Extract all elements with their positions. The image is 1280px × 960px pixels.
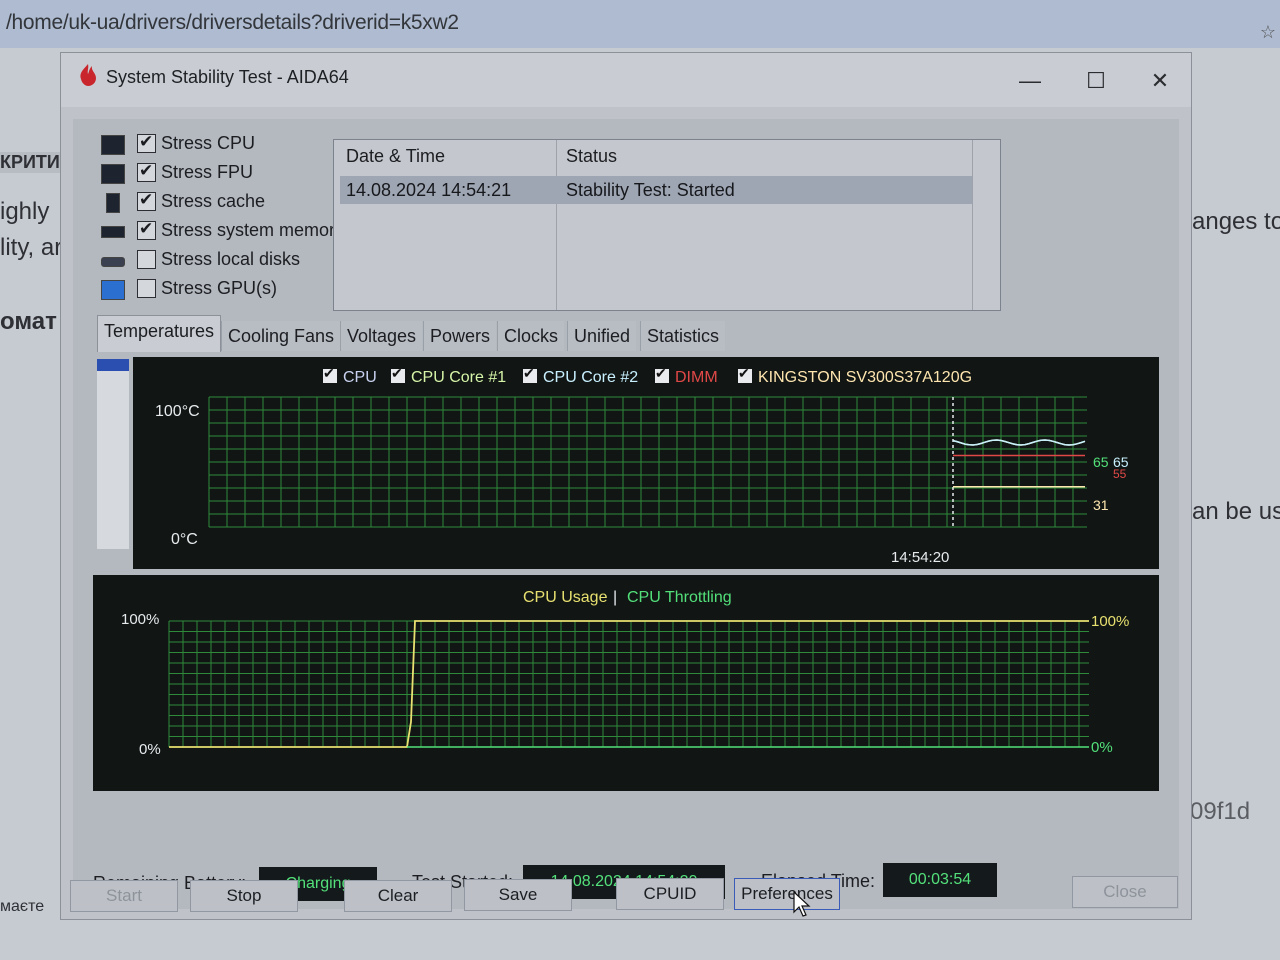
column-date-time[interactable]: Date & Time bbox=[346, 146, 445, 167]
usage-axis-right-max: 100% bbox=[1091, 613, 1130, 630]
address-url[interactable]: /home/uk-ua/drivers/driversdetails?drive… bbox=[6, 11, 459, 35]
stress-gpu-checkbox[interactable] bbox=[137, 279, 156, 298]
stress-fpu-checkbox[interactable] bbox=[137, 161, 156, 182]
bg-text-fragment: an be us bbox=[1192, 498, 1280, 525]
temp-time-label: 14:54:20 bbox=[891, 549, 950, 566]
address-bar[interactable]: /home/uk-ua/drivers/driversdetails?drive… bbox=[0, 0, 1280, 48]
legend-checkbox[interactable] bbox=[655, 365, 669, 383]
preferences-button[interactable]: Preferences bbox=[734, 878, 840, 910]
save-button[interactable]: Save bbox=[464, 879, 572, 911]
legend-label: KINGSTON SV300S37A120G bbox=[758, 369, 973, 386]
temperature-graph-canvas bbox=[208, 396, 1087, 528]
column-divider bbox=[972, 140, 973, 310]
scrollbar-thumb[interactable] bbox=[97, 359, 129, 371]
cpu-usage-graph: CPU Usage | CPU Throttling 100% 0% 100% … bbox=[93, 575, 1159, 791]
cpu-usage-graph-canvas bbox=[168, 620, 1089, 748]
disk-icon bbox=[101, 257, 125, 267]
window-title: System Stability Test - AIDA64 bbox=[106, 67, 349, 87]
legend-cpu[interactable]: CPU bbox=[323, 365, 377, 387]
dialog-body: Stress CPU Stress FPU Stress cache Stres… bbox=[73, 119, 1179, 909]
stress-disks-checkbox[interactable] bbox=[137, 250, 156, 269]
legend-cpu-core-2[interactable]: CPU Core #2 bbox=[523, 365, 639, 387]
log-row-datetime: 14.08.2024 14:54:21 bbox=[346, 180, 512, 200]
stress-memory-label: Stress system memory bbox=[161, 220, 345, 240]
legend-label: CPU bbox=[343, 369, 377, 386]
legend-cpu-core-1[interactable]: CPU Core #1 bbox=[391, 365, 507, 387]
monitor-icon bbox=[101, 280, 125, 300]
bg-text-fragment: anges to bbox=[1192, 208, 1280, 235]
temp-value-cpu: 65 bbox=[1093, 454, 1109, 470]
graph-title-separator: | bbox=[613, 589, 618, 606]
stress-cpu-label: Stress CPU bbox=[161, 133, 256, 153]
elapsed-time-value: 00:03:54 bbox=[883, 863, 997, 897]
cpu-icon bbox=[101, 135, 125, 155]
bg-text-fragment: 09f1d bbox=[1190, 798, 1251, 825]
fpu-icon bbox=[101, 164, 125, 184]
tab-voltages[interactable]: Voltages bbox=[340, 321, 423, 351]
legend-label: CPU Core #2 bbox=[543, 369, 639, 386]
stop-button[interactable]: Stop bbox=[190, 880, 298, 912]
stress-cache-label: Stress cache bbox=[161, 191, 266, 211]
usage-axis-left-min: 0% bbox=[139, 741, 161, 758]
minimize-button[interactable]: — bbox=[1003, 61, 1057, 101]
stress-disks-label: Stress local disks bbox=[161, 249, 301, 269]
temperature-graph: CPU CPU Core #1 CPU Core #2 DIMM KINGSTO… bbox=[133, 357, 1159, 569]
title-bar[interactable]: System Stability Test - AIDA64 — ☐ ✕ bbox=[61, 53, 1191, 107]
bg-text-fragment: омат bbox=[0, 308, 57, 335]
temp-value-ssd: 31 bbox=[1093, 497, 1109, 513]
bookmark-star-icon[interactable]: ☆ bbox=[1260, 22, 1276, 43]
stress-memory-checkbox[interactable] bbox=[137, 219, 156, 240]
legend-checkbox[interactable] bbox=[391, 365, 405, 383]
aida64-flame-icon bbox=[80, 64, 96, 86]
stability-test-window: System Stability Test - AIDA64 — ☐ ✕ Str… bbox=[60, 52, 1192, 920]
stress-cache-checkbox[interactable] bbox=[137, 190, 156, 211]
log-header: Date & Time Status bbox=[334, 140, 972, 170]
stress-gpu-label: Stress GPU(s) bbox=[161, 278, 278, 298]
legend-label: CPU Core #1 bbox=[411, 369, 507, 386]
legend-checkbox[interactable] bbox=[323, 365, 337, 383]
bg-text-fragment: маєте bbox=[0, 898, 45, 915]
temp-axis-min: 0°C bbox=[171, 531, 198, 548]
temp-value-dimm: 55 bbox=[1113, 467, 1127, 481]
event-log-table[interactable]: Date & Time Status 14.08.2024 14:54:21 S… bbox=[333, 139, 1001, 311]
legend-label: DIMM bbox=[675, 369, 718, 386]
usage-axis-right-min: 0% bbox=[1091, 739, 1113, 756]
mouse-pointer-icon bbox=[793, 890, 811, 917]
tab-cooling-fans[interactable]: Cooling Fans bbox=[221, 321, 341, 351]
tab-temperatures[interactable]: Temperatures bbox=[97, 315, 222, 352]
legend-checkbox[interactable] bbox=[738, 365, 752, 383]
legend-checkbox[interactable] bbox=[523, 365, 537, 383]
tab-unified[interactable]: Unified bbox=[567, 321, 637, 351]
tab-statistics[interactable]: Statistics bbox=[640, 321, 726, 351]
close-window-button[interactable]: ✕ bbox=[1133, 61, 1187, 101]
bg-text-fragment: lity, ar bbox=[0, 234, 63, 261]
tab-powers[interactable]: Powers bbox=[423, 321, 497, 351]
device-list-scrollbar[interactable] bbox=[97, 359, 129, 549]
tab-clocks[interactable]: Clocks bbox=[497, 321, 565, 351]
maximize-button[interactable]: ☐ bbox=[1069, 61, 1123, 101]
log-row-status: Stability Test: Started bbox=[566, 180, 735, 200]
legend-kingston-ssd[interactable]: KINGSTON SV300S37A120G bbox=[738, 365, 973, 387]
cpu-throttling-title: CPU Throttling bbox=[627, 589, 732, 606]
cpuid-button[interactable]: CPUID bbox=[616, 878, 724, 910]
start-button[interactable]: Start bbox=[70, 880, 178, 912]
close-button[interactable]: Close bbox=[1072, 876, 1178, 908]
cpu-usage-title: CPU Usage bbox=[523, 589, 608, 606]
legend-dimm[interactable]: DIMM bbox=[655, 365, 718, 387]
bg-text-fragment: ighly bbox=[0, 198, 50, 225]
stress-fpu-label: Stress FPU bbox=[161, 162, 254, 182]
temp-axis-max: 100°C bbox=[155, 403, 200, 420]
stress-cpu-checkbox[interactable] bbox=[137, 132, 156, 153]
clear-button[interactable]: Clear bbox=[344, 880, 452, 912]
column-status[interactable]: Status bbox=[566, 146, 617, 167]
memory-icon bbox=[101, 226, 125, 238]
column-divider bbox=[556, 140, 557, 310]
log-row[interactable]: 14.08.2024 14:54:21 Stability Test: Star… bbox=[340, 176, 972, 204]
usage-axis-left-max: 100% bbox=[121, 611, 160, 628]
bg-text-fragment: КРИТИ bbox=[0, 152, 60, 173]
cache-icon bbox=[106, 193, 120, 213]
